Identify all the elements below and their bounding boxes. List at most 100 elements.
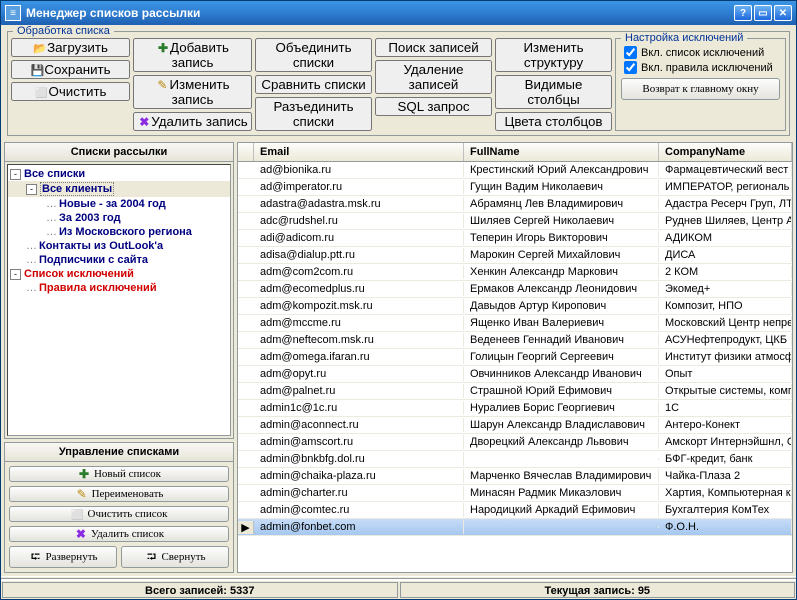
table-row[interactable]: adm@mccme.ruЯщенко Иван ВалериевичМосков… <box>238 315 792 332</box>
table-row[interactable]: adm@omega.ifaran.ruГолицын Георгий Серге… <box>238 349 792 366</box>
rename-list-button[interactable]: Переименовать <box>9 486 229 502</box>
visible-columns-button[interactable]: Видимые столбцы <box>495 75 612 109</box>
delete-records-button[interactable]: Удаление записей <box>375 60 492 94</box>
clear-icon <box>34 85 48 99</box>
cell-company: 2 КОМ <box>659 265 792 279</box>
exclusion-rules-checkbox[interactable] <box>624 61 637 74</box>
lists-panel: Списки рассылки -Все списки-Все клиенты…… <box>4 142 234 439</box>
tree-expander[interactable]: - <box>10 169 21 180</box>
tree-item[interactable]: …Правила исключений <box>8 281 230 295</box>
tree-item[interactable]: -Все списки <box>8 167 230 181</box>
clear-button[interactable]: Очистить <box>11 82 130 101</box>
expand-all-button[interactable]: Развернуть <box>9 546 117 568</box>
grid-header: Email FullName CompanyName <box>238 143 792 162</box>
table-row[interactable]: admin1c@1c.ruНуралиев Борис Георгиевич1С <box>238 400 792 417</box>
edit-record-button[interactable]: Изменить запись <box>133 75 252 109</box>
cell-email: admin@charter.ru <box>254 486 464 500</box>
tree-item[interactable]: …Из Московского региона <box>8 225 230 239</box>
delete-list-button[interactable]: Удалить список <box>9 526 229 542</box>
data-grid: Email FullName CompanyName ad@bionika.ru… <box>237 142 793 573</box>
delete-record-button[interactable]: Удалить запись <box>133 112 252 131</box>
table-row[interactable]: admin@bnkbfg.dol.ruБФГ-кредит, банк <box>238 451 792 468</box>
table-row[interactable]: adm@neftecom.msk.ruВеденеев Геннадий Ива… <box>238 332 792 349</box>
tree-item[interactable]: -Список исключений <box>8 267 230 281</box>
status-total: Всего записей: 5337 <box>2 582 398 598</box>
cell-company: БФГ-кредит, банк <box>659 452 792 466</box>
tree-item[interactable]: …Новые - за 2004 год <box>8 197 230 211</box>
compare-lists-button[interactable]: Сравнить списки <box>255 75 372 94</box>
table-row[interactable]: adm@com2com.ruХенкин Александр Маркович2… <box>238 264 792 281</box>
cell-company: Московский Центр непре <box>659 316 792 330</box>
table-row[interactable]: adm@kompozit.msk.ruДавыдов Артур Киропов… <box>238 298 792 315</box>
status-current: Текущая запись: 95 <box>400 582 796 598</box>
tree-item[interactable]: -Все клиенты <box>8 181 230 197</box>
sql-query-button[interactable]: SQL запрос <box>375 97 492 116</box>
column-colors-button[interactable]: Цвета столбцов <box>495 112 612 131</box>
table-row[interactable]: ▶admin@fonbet.comФ.О.Н. <box>238 519 792 536</box>
cell-email: adm@palnet.ru <box>254 384 464 398</box>
table-row[interactable]: adm@palnet.ruСтрашной Юрий ЕфимовичОткры… <box>238 383 792 400</box>
back-to-main-button[interactable]: Возврат к главному окну <box>621 78 780 100</box>
search-records-button[interactable]: Поиск записей <box>375 38 492 57</box>
tree-label: Новые - за 2004 год <box>59 198 166 210</box>
table-row[interactable]: admin@amscort.ruДворецкий Александр Льво… <box>238 434 792 451</box>
cell-fullname: Шиляев Сергей Николаевич <box>464 214 659 228</box>
cell-fullname: Марокин Сергей Михайлович <box>464 248 659 262</box>
load-button[interactable]: Загрузить <box>11 38 130 57</box>
col-fullname[interactable]: FullName <box>464 143 659 161</box>
cell-company: ДИСА <box>659 248 792 262</box>
add-record-button[interactable]: Добавить запись <box>133 38 252 72</box>
col-email[interactable]: Email <box>254 143 464 161</box>
tree-item[interactable]: …Подписчики с сайта <box>8 253 230 267</box>
clear-list-button[interactable]: Очистить список <box>9 506 229 522</box>
save-button[interactable]: Сохранить <box>11 60 130 79</box>
table-row[interactable]: adm@opyt.ruОвчинников Александр Иванович… <box>238 366 792 383</box>
tree-label: Подписчики с сайта <box>39 254 148 266</box>
table-row[interactable]: admin@aconnect.ruШарун Александр Владисл… <box>238 417 792 434</box>
cell-fullname: Минасян Радмик Микаэлович <box>464 486 659 500</box>
cell-fullname: Веденеев Геннадий Иванович <box>464 333 659 347</box>
enable-exclusion-list[interactable]: Вкл. список исключений <box>616 45 785 60</box>
table-row[interactable]: admin@charter.ruМинасян Радмик Микаэлови… <box>238 485 792 502</box>
table-row[interactable]: adm@ecomedplus.ruЕрмаков Александр Леони… <box>238 281 792 298</box>
change-structure-button[interactable]: Изменить структуру <box>495 38 612 72</box>
settings-title: Настройка исключений <box>621 32 747 44</box>
lists-tree[interactable]: -Все списки-Все клиенты…Новые - за 2004 … <box>7 164 231 436</box>
split-lists-button[interactable]: Разъединить списки <box>255 97 372 131</box>
enable-exclusion-rules[interactable]: Вкл. правила исключений <box>616 60 785 75</box>
tree-item[interactable]: …Контакты из OutLook'а <box>8 239 230 253</box>
tree-item[interactable]: …За 2003 год <box>8 211 230 225</box>
close-button[interactable]: ✕ <box>774 5 792 21</box>
collapse-all-button[interactable]: Свернуть <box>121 546 229 568</box>
tree-expander[interactable]: - <box>10 269 21 280</box>
cell-fullname: Голицын Георгий Сергеевич <box>464 350 659 364</box>
table-row[interactable]: adi@adicom.ruТеперин Игорь ВикторовичАДИ… <box>238 230 792 247</box>
minimize-button[interactable]: ▭ <box>754 5 772 21</box>
table-row[interactable]: admin@chaika-plaza.ruМарченко Вячеслав В… <box>238 468 792 485</box>
tree-expander[interactable]: - <box>26 184 37 195</box>
window-title: Менеджер списков рассылки <box>26 6 200 20</box>
tree-label: Список исключений <box>24 268 134 280</box>
cell-email: adm@com2com.ru <box>254 265 464 279</box>
cell-fullname: Ермаков Александр Леонидович <box>464 282 659 296</box>
merge-lists-button[interactable]: Объединить списки <box>255 38 372 72</box>
cell-email: adm@omega.ifaran.ru <box>254 350 464 364</box>
cell-email: ad@bionika.ru <box>254 163 464 177</box>
table-row[interactable]: admin@comtec.ruНародицкий Аркадий Ефимов… <box>238 502 792 519</box>
delete-icon <box>74 527 88 541</box>
table-row[interactable]: adisa@dialup.ptt.ruМарокин Сергей Михайл… <box>238 247 792 264</box>
save-icon <box>30 63 44 77</box>
new-list-button[interactable]: Новый список <box>9 466 229 482</box>
cell-company: Открытые системы, комп <box>659 384 792 398</box>
cell-fullname: Народицкий Аркадий Ефимович <box>464 503 659 517</box>
table-row[interactable]: ad@bionika.ruКрестинский Юрий Александро… <box>238 162 792 179</box>
help-button[interactable]: ? <box>734 5 752 21</box>
cell-company: Опыт <box>659 367 792 381</box>
grid-body[interactable]: ad@bionika.ruКрестинский Юрий Александро… <box>238 162 792 572</box>
exclusion-list-checkbox[interactable] <box>624 46 637 59</box>
table-row[interactable]: adastra@adastra.msk.ruАбрамянц Лев Влади… <box>238 196 792 213</box>
table-row[interactable]: ad@imperator.ruГущин Вадим НиколаевичИМП… <box>238 179 792 196</box>
table-row[interactable]: adc@rudshel.ruШиляев Сергей НиколаевичРу… <box>238 213 792 230</box>
col-company[interactable]: CompanyName <box>659 143 792 161</box>
cell-company: АСУНефтепродукт, ЦКБ <box>659 333 792 347</box>
